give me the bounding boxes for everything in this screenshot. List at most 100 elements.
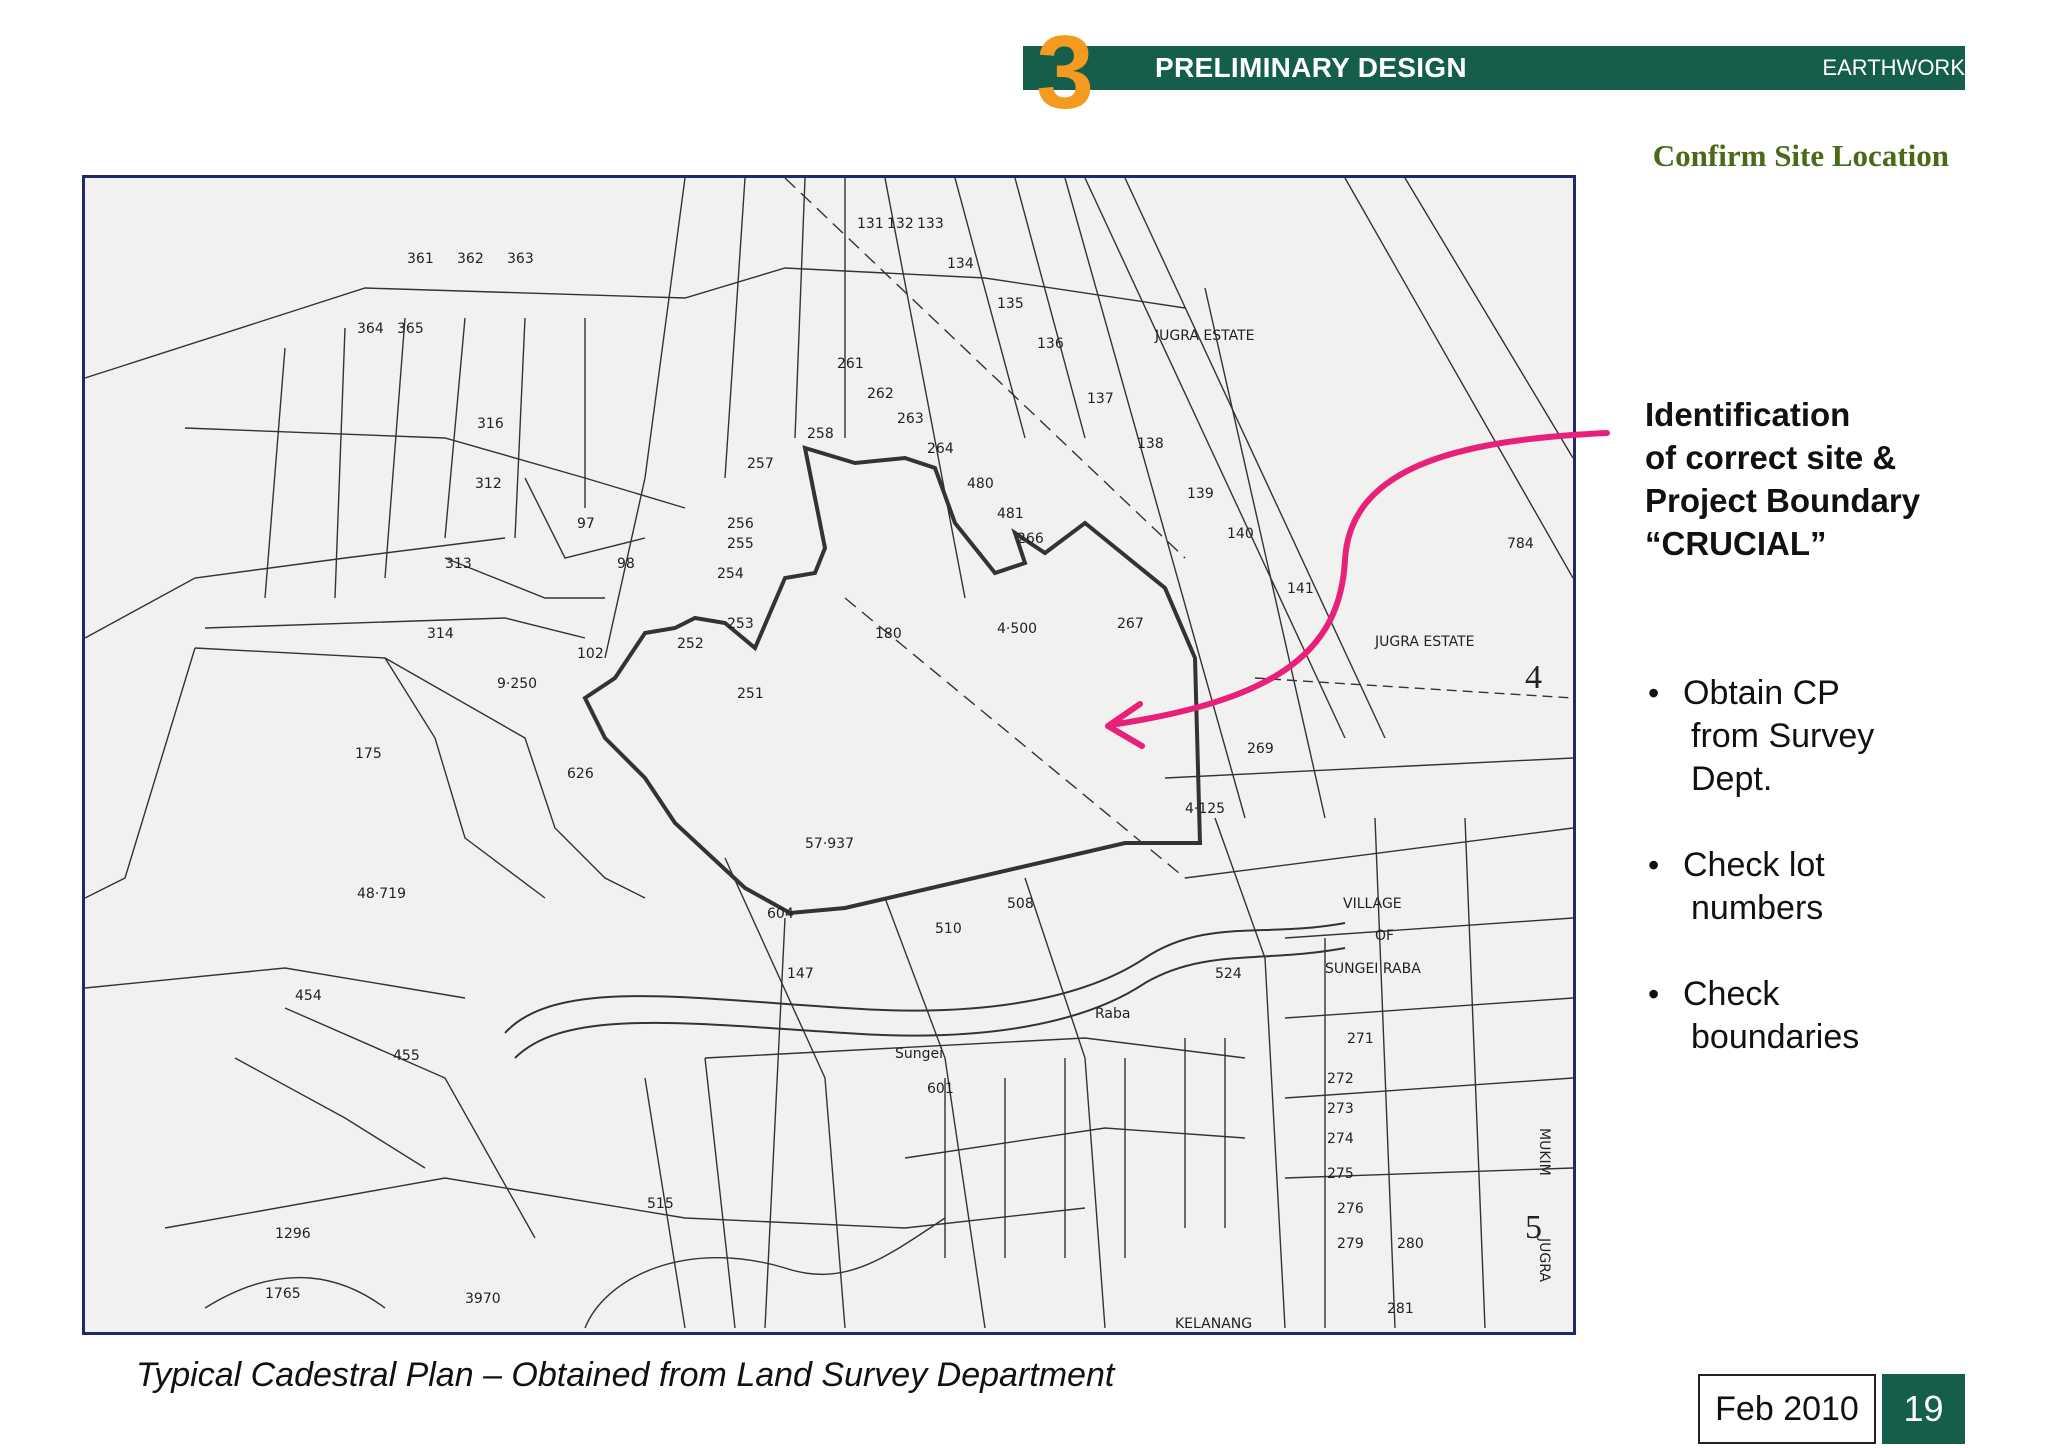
plan-lot-454: 454 bbox=[295, 988, 322, 1004]
plan-lot-364: 364 bbox=[357, 321, 384, 337]
plan-lot-510: 510 bbox=[935, 921, 962, 937]
plan-label-sungei-raba: SUNGEI RABA bbox=[1325, 961, 1421, 977]
callout-line-4: “CRUCIAL” bbox=[1645, 525, 1827, 562]
plan-lot-455: 455 bbox=[393, 1048, 420, 1064]
section-number: 3 bbox=[1036, 15, 1094, 131]
plan-lot-97: 97 bbox=[577, 516, 595, 532]
plan-lot-131: 131 bbox=[857, 216, 884, 232]
plan-lot-269: 269 bbox=[1247, 741, 1274, 757]
plan-lot-147: 147 bbox=[787, 966, 814, 982]
page-number: 19 bbox=[1882, 1374, 1965, 1444]
callout-line-1: Identification bbox=[1645, 396, 1851, 433]
bullet-icon: • bbox=[1648, 847, 1660, 883]
bullet-text-line-1: Check lot bbox=[1683, 846, 1825, 884]
plan-lot-138: 138 bbox=[1137, 436, 1164, 452]
plan-label-sungei: Sungei bbox=[895, 1046, 943, 1062]
plan-label-raba: Raba bbox=[1095, 1006, 1130, 1022]
bullet-text-line-1: Check bbox=[1683, 975, 1780, 1013]
plan-lot-141: 141 bbox=[1287, 581, 1314, 597]
plan-lot-274: 274 bbox=[1327, 1131, 1354, 1147]
plan-area-4125: 4·125 bbox=[1185, 801, 1225, 817]
plan-area-9250: 9·250 bbox=[497, 676, 537, 692]
plan-label-kelanang: KELANANG bbox=[1175, 1316, 1252, 1332]
plan-lot-362: 362 bbox=[457, 251, 484, 267]
plan-lot-312: 312 bbox=[475, 476, 502, 492]
plan-lot-258: 258 bbox=[807, 426, 834, 442]
plan-lot-279: 279 bbox=[1337, 1236, 1364, 1252]
plan-lot-139: 139 bbox=[1187, 486, 1214, 502]
plan-lot-275: 275 bbox=[1327, 1166, 1354, 1182]
plan-lot-267: 267 bbox=[1117, 616, 1144, 632]
plan-lot-361: 361 bbox=[407, 251, 434, 267]
plan-lot-314: 314 bbox=[427, 626, 454, 642]
plan-label-jugra-estate-1: JUGRA ESTATE bbox=[1154, 328, 1255, 344]
plan-lot-3970: 3970 bbox=[465, 1291, 501, 1307]
plan-lot-134: 134 bbox=[947, 256, 974, 272]
bullet-item-check-lot: • Check lot numbers bbox=[1645, 844, 1965, 930]
footer-date: Feb 2010 bbox=[1698, 1374, 1876, 1444]
plan-lot-256: 256 bbox=[727, 516, 754, 532]
plan-lot-271: 271 bbox=[1347, 1031, 1374, 1047]
plan-area-4500: 4·500 bbox=[997, 621, 1037, 637]
figure-caption: Typical Cadestral Plan – Obtained from L… bbox=[136, 1356, 1115, 1394]
plan-lot-262: 262 bbox=[867, 386, 894, 402]
plan-lot-133: 133 bbox=[917, 216, 944, 232]
plan-label-village: VILLAGE bbox=[1343, 896, 1402, 912]
plan-lot-263: 263 bbox=[897, 411, 924, 427]
bullet-icon: • bbox=[1648, 675, 1660, 711]
plan-lot-363: 363 bbox=[507, 251, 534, 267]
plan-lot-273: 273 bbox=[1327, 1101, 1354, 1117]
plan-lot-180: 180 bbox=[875, 626, 902, 642]
plan-lot-135: 135 bbox=[997, 296, 1024, 312]
plan-lot-255: 255 bbox=[727, 536, 754, 552]
plan-label-5: 5 bbox=[1525, 1209, 1542, 1246]
bullet-list: • Obtain CP from Survey Dept. • Check lo… bbox=[1645, 672, 1965, 1102]
plan-lot-1765: 1765 bbox=[265, 1286, 301, 1302]
plan-lot-524: 524 bbox=[1215, 966, 1242, 982]
plan-lot-601: 601 bbox=[927, 1081, 954, 1097]
bullet-text-line-3: Dept. bbox=[1691, 760, 1773, 798]
bullet-text-line-2: from Survey bbox=[1691, 717, 1875, 755]
plan-lot-480: 480 bbox=[967, 476, 994, 492]
plan-lot-251: 251 bbox=[737, 686, 764, 702]
plan-lot-1296: 1296 bbox=[275, 1226, 311, 1242]
plan-lot-276: 276 bbox=[1337, 1201, 1364, 1217]
plan-area-48719: 48·719 bbox=[357, 886, 406, 902]
plan-lot-140: 140 bbox=[1227, 526, 1254, 542]
plan-lot-264: 264 bbox=[927, 441, 954, 457]
plan-lot-102: 102 bbox=[577, 646, 604, 662]
plan-lot-257: 257 bbox=[747, 456, 774, 472]
plan-lot-98: 98 bbox=[617, 556, 635, 572]
crucial-callout: Identification of correct site & Project… bbox=[1645, 393, 1965, 565]
cadastral-plan: JUGRA ESTATE JUGRA ESTATE VILLAGE OF SUN… bbox=[82, 175, 1576, 1335]
plan-lot-175: 175 bbox=[355, 746, 382, 762]
plan-lot-281: 281 bbox=[1387, 1301, 1414, 1317]
plan-lot-508: 508 bbox=[1007, 896, 1034, 912]
callout-line-2: of correct site & bbox=[1645, 439, 1897, 476]
plan-lot-272: 272 bbox=[1327, 1071, 1354, 1087]
plan-lot-515: 515 bbox=[647, 1196, 674, 1212]
plan-lot-132: 132 bbox=[887, 216, 914, 232]
bullet-item-obtain-cp: • Obtain CP from Survey Dept. bbox=[1645, 672, 1965, 801]
header-title: PRELIMINARY DESIGN bbox=[1155, 52, 1467, 83]
plan-lot-365: 365 bbox=[397, 321, 424, 337]
plan-lot-261: 261 bbox=[837, 356, 864, 372]
plan-label-mukim: MUKIM bbox=[1536, 1128, 1552, 1176]
plan-lot-316: 316 bbox=[477, 416, 504, 432]
plan-lot-252: 252 bbox=[677, 636, 704, 652]
plan-label-jugra-estate-2: JUGRA ESTATE bbox=[1374, 634, 1475, 650]
plan-lot-137: 137 bbox=[1087, 391, 1114, 407]
bullet-text-line-1: Obtain CP bbox=[1683, 674, 1840, 712]
plan-area-57937: 57·937 bbox=[805, 836, 854, 852]
plan-lot-604: 604 bbox=[767, 906, 794, 922]
bullet-item-check-boundaries: • Check boundaries bbox=[1645, 973, 1965, 1059]
plan-lot-280: 280 bbox=[1397, 1236, 1424, 1252]
slide-subtitle: Confirm Site Location bbox=[1652, 138, 1949, 173]
bullet-icon: • bbox=[1648, 976, 1660, 1012]
plan-lot-266: 266 bbox=[1017, 531, 1044, 547]
bullet-text-line-2: numbers bbox=[1691, 889, 1824, 927]
header-tag: EARTHWORK bbox=[1822, 55, 1965, 80]
plan-lot-626: 626 bbox=[567, 766, 594, 782]
plan-label-4: 4 bbox=[1525, 659, 1542, 696]
plan-lot-481: 481 bbox=[997, 506, 1024, 522]
